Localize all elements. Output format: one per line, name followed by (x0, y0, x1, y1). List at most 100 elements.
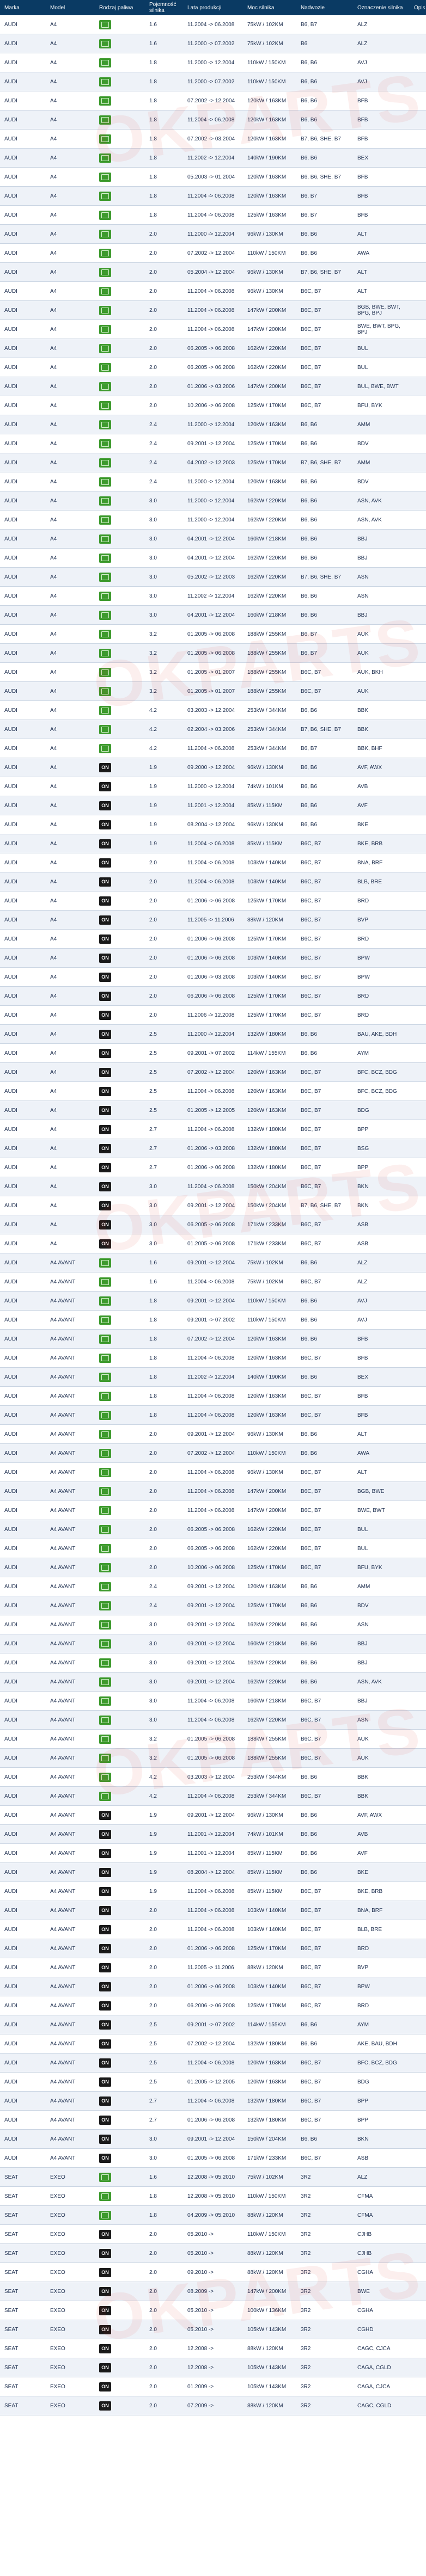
cell-power: 171kW / 233KM (243, 1215, 296, 1234)
cell-model: A4 (46, 1101, 95, 1120)
cell-opis (410, 510, 426, 530)
cell-engine-code: AUK (353, 1748, 410, 1768)
cell-model: A4 (46, 1005, 95, 1025)
cell-years: 11.2000 -> 12.2004 (183, 1024, 243, 1044)
cell-fuel (95, 224, 145, 244)
cell-capacity: 4.2 (145, 720, 183, 739)
cell-power: 110kW / 150KM (243, 2224, 296, 2244)
cell-fuel (95, 605, 145, 625)
cell-opis (410, 205, 426, 225)
cell-marka: AUDI (0, 1253, 46, 1272)
cell-engine-code: CJHB (353, 2243, 410, 2263)
cell-capacity: 1.6 (145, 34, 183, 53)
fuel-pump-icon (99, 1753, 111, 1763)
cell-years: 11.2000 -> 07.2002 (183, 34, 243, 53)
cell-capacity: 2.7 (145, 1158, 183, 1177)
table-row: SEAT EXEO 1.6 12.2008 -> 05.2010 75kW / 102K… (0, 2167, 426, 2187)
fuel-pump-icon (99, 458, 111, 468)
cell-body: B6, B6 (296, 110, 353, 130)
table-row: AUDI A4 4.2 03.2003 -> 12.2004 253kW / 344KM… (0, 700, 426, 720)
cell-marka: AUDI (0, 1958, 46, 1977)
diesel-on-icon: ON (99, 2020, 111, 2030)
cell-power: 125kW / 170KM (243, 1996, 296, 2015)
cell-model: A4 (46, 872, 95, 892)
column-header-nadwozie: Nadwozie (296, 0, 353, 15)
cell-years: 09.2001 -> 12.2004 (183, 434, 243, 453)
table-row: AUDI A4 3.0 05.2002 -> 12.2003 162kW / 220KM… (0, 567, 426, 587)
column-header-oznaczenie: Oznaczenie silnika (353, 0, 410, 15)
cell-opis (410, 605, 426, 625)
fuel-pump-icon (99, 191, 111, 201)
table-row: AUDI A4 AVANT 4.2 11.2004 -> 06.2008 253kW /… (0, 1786, 426, 1806)
cell-opis (410, 2091, 426, 2111)
cell-power: 160kW / 218KM (243, 605, 296, 625)
cell-capacity: 1.9 (145, 1862, 183, 1882)
cell-marka: AUDI (0, 967, 46, 987)
cell-capacity: 1.8 (145, 91, 183, 110)
cell-years: 11.2004 -> 06.2008 (183, 110, 243, 130)
cell-model: A4 AVANT (46, 1862, 95, 1882)
cell-years: 08.2009 -> (183, 2282, 243, 2301)
table-row: AUDI A4 ON 1.9 11.2001 -> 12.2004 85kW / 115K… (0, 796, 426, 815)
cell-capacity: 2.4 (145, 415, 183, 434)
cell-engine-code: AVF, AWX (353, 1805, 410, 1825)
table-row: AUDI A4 1.8 05.2003 -> 01.2004 120kW / 163KM… (0, 167, 426, 187)
cell-opis (410, 1939, 426, 1958)
cell-model: A4 (46, 853, 95, 872)
cell-body: B6C, B7 (296, 1081, 353, 1101)
cell-opis (410, 872, 426, 892)
cell-capacity: 3.0 (145, 1710, 183, 1730)
table-row: AUDI A4 AVANT 1.6 11.2004 -> 06.2008 75kW / … (0, 1272, 426, 1292)
table-row: AUDI A4 2.0 06.2005 -> 06.2008 162kW / 220KM… (0, 358, 426, 377)
cell-marka: AUDI (0, 1558, 46, 1577)
cell-engine-code: CAGC, CGLD (353, 2396, 410, 2415)
cell-marka: AUDI (0, 1234, 46, 1253)
cell-fuel (95, 453, 145, 472)
cell-years: 09.2001 -> 12.2004 (183, 1196, 243, 1215)
cell-model: A4 (46, 624, 95, 644)
cell-engine-code: BFB (353, 1405, 410, 1425)
cell-opis (410, 1710, 426, 1730)
table-row: AUDI A4 AVANT ON 1.9 08.2004 -> 12.2004 85kW … (0, 1862, 426, 1882)
cell-opis (410, 262, 426, 282)
cell-body: B6, B6 (296, 472, 353, 491)
cell-power: 253kW / 344KM (243, 739, 296, 758)
fuel-pump-icon (99, 382, 111, 391)
cell-engine-code: BPP (353, 1158, 410, 1177)
cell-body: 3R2 (296, 2377, 353, 2396)
cell-capacity: 2.0 (145, 2224, 183, 2244)
fuel-pump-icon (99, 496, 111, 506)
cell-years: 10.2006 -> 06.2008 (183, 396, 243, 415)
cell-opis (410, 491, 426, 511)
cell-engine-code: ASN (353, 586, 410, 606)
table-row: AUDI A4 ON 2.5 07.2002 -> 12.2004 120kW / 163… (0, 1062, 426, 1082)
cell-body: B6C, B7 (296, 1958, 353, 1977)
fuel-pump-icon (99, 1677, 111, 1687)
cell-fuel (95, 1443, 145, 1463)
cell-body: B6C, B7 (296, 967, 353, 987)
fuel-pump-icon (99, 610, 111, 620)
cell-capacity: 1.9 (145, 777, 183, 796)
cell-model: A4 (46, 529, 95, 549)
cell-power: 125kW / 170KM (243, 1596, 296, 1615)
cell-opis (410, 34, 426, 53)
fuel-pump-icon (99, 1315, 111, 1325)
diesel-on-icon: ON (99, 915, 111, 925)
cell-capacity: 3.0 (145, 1615, 183, 1634)
cell-engine-code: BFU, BYK (353, 1558, 410, 1577)
cell-body: B6C, B7 (296, 662, 353, 682)
cell-fuel (95, 434, 145, 453)
cell-power: 96kW / 130KM (243, 1462, 296, 1482)
cell-opis (410, 777, 426, 796)
cell-capacity: 3.2 (145, 662, 183, 682)
cell-years: 09.2001 -> 12.2004 (183, 1653, 243, 1673)
cell-opis (410, 434, 426, 453)
cell-body: B6, B6 (296, 1024, 353, 1044)
cell-power: 162kW / 220KM (243, 548, 296, 568)
cell-engine-code: BLB, BRE (353, 872, 410, 892)
cell-opis (410, 1272, 426, 1292)
table-row: AUDI A4 AVANT 1.6 09.2001 -> 12.2004 75kW / … (0, 1253, 426, 1272)
cell-fuel: ON (95, 2091, 145, 2111)
diesel-on-icon: ON (99, 801, 111, 810)
cell-years: 06.2005 -> 06.2008 (183, 1215, 243, 1234)
